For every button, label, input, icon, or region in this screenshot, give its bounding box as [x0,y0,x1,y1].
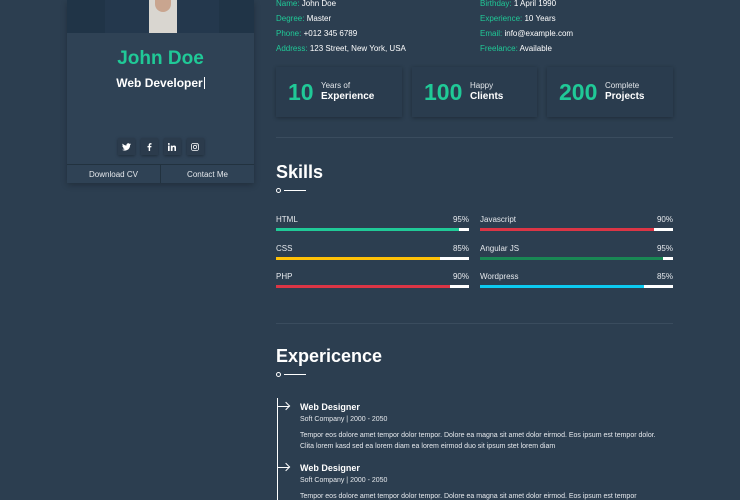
info-degree: Degree: Master [276,14,332,23]
download-cv-button[interactable]: Download CV [67,165,160,183]
info-name: Name: John Doe [276,0,337,8]
skills-title: Skills [276,162,324,182]
experience-title: Expericence [276,346,383,366]
stat-label-line2: Experience [321,91,375,102]
stat-label-line1: Years of [321,81,351,90]
skill-bar-fill [276,285,450,288]
skill-bar-fill [480,228,654,231]
timeline-arrow-icon [277,406,289,407]
linkedin-icon[interactable] [163,138,181,155]
section-divider [276,137,673,138]
job-title: Web Designer [300,463,360,473]
profile-card: John Doe Web Developer Download CV Conta… [67,0,254,183]
twitter-icon[interactable] [117,138,135,155]
stat-label-line1: Happy [470,81,494,90]
job-title: Web Designer [300,402,360,412]
title-decoration [276,188,308,193]
job-meta: Soft Company | 2000 - 2050 [300,416,388,423]
card-actions: Download CV Contact Me [67,164,254,183]
typing-caret [203,77,205,89]
info-address: Address: 123 Street, New York, USA [276,44,406,53]
contact-me-button[interactable]: Contact Me [160,165,254,183]
section-divider [276,323,673,324]
skill-bar-fill [480,257,664,260]
info-birthday: Birthday: 1 April 1990 [480,0,557,8]
skill-bar-fill [276,257,441,260]
timeline-line [277,398,278,500]
title-decoration [276,372,308,377]
stat-number: 200 [559,79,598,105]
job-meta: Soft Company | 2000 - 2050 [300,477,388,484]
job-description: Tempor eos dolore amet tempor dolor temp… [300,493,637,500]
stat-label-line2: Clients [470,91,504,102]
facebook-icon[interactable] [140,138,158,155]
profile-photo [67,0,254,33]
profile-role: Web Developer [116,76,205,90]
timeline-arrow-icon [277,467,289,468]
profile-name: John Doe [117,48,204,69]
social-links [67,138,254,155]
stat-experience: 10 Years of Experience [276,67,402,117]
job-description: Tempor eos dolore amet tempor dolor temp… [300,432,656,450]
skill-bar-fill [480,285,645,288]
stat-number: 10 [288,79,314,105]
info-experience: Experience: 10 Years [480,14,556,23]
instagram-icon[interactable] [186,138,204,155]
info-freelance: Freelance: Available [480,44,552,53]
stat-label-line1: Complete [605,81,640,90]
stat-label-line2: Projects [605,91,645,102]
info-email: Email: info@example.com [480,29,574,38]
info-phone: Phone: +012 345 6789 [276,29,358,38]
stat-clients: 100 Happy Clients [412,67,537,117]
stat-projects: 200 Complete Projects [547,67,673,117]
stat-number: 100 [424,79,463,105]
skill-bar-fill [276,228,460,231]
